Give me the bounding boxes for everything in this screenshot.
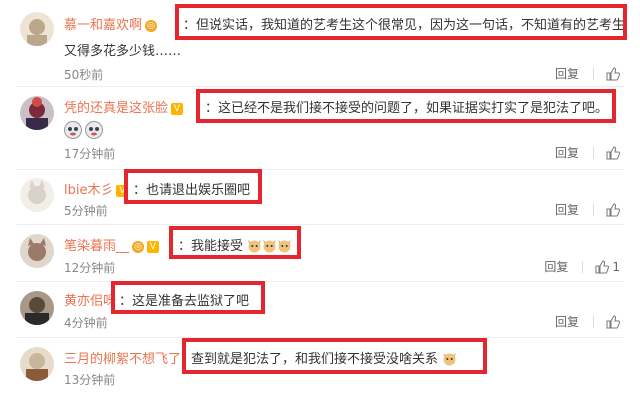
timestamp: 12分钟前 bbox=[64, 261, 116, 275]
highlight-box bbox=[169, 226, 301, 259]
timestamp: 5分钟前 bbox=[64, 204, 108, 218]
comment-actions: 回复 1 bbox=[544, 258, 620, 275]
username[interactable]: 笔染暮雨__ ◎ V bbox=[64, 235, 160, 254]
username[interactable]: 慕一和嘉欢啊 ◎ bbox=[64, 14, 158, 33]
reply-button[interactable]: 回复 bbox=[555, 144, 579, 161]
highlight-box bbox=[175, 4, 627, 40]
member-badge-icon: ◎ bbox=[145, 20, 158, 32]
reply-button[interactable]: 回复 bbox=[555, 201, 579, 218]
avatar[interactable] bbox=[20, 347, 54, 381]
vip-badge-icon: V bbox=[171, 103, 184, 115]
divider bbox=[593, 146, 594, 159]
comment-item: 笔染暮雨__ ◎ V ：我能接受 12分钟前 回复 1 bbox=[0, 224, 640, 281]
reply-button[interactable]: 回复 bbox=[544, 258, 568, 275]
timestamp: 4分钟前 bbox=[64, 316, 108, 330]
doge-icon bbox=[64, 121, 82, 139]
comment-item: 三月的柳絮不想飞了 查到就是犯法了，和我们接不接受没啥关系 13分钟前 bbox=[0, 337, 640, 400]
timestamp: 13分钟前 bbox=[64, 373, 116, 387]
timestamp: 50秒前 bbox=[64, 68, 104, 82]
thumbs-up-icon[interactable] bbox=[606, 314, 620, 329]
thumbs-up-icon[interactable] bbox=[606, 202, 620, 217]
username[interactable]: 凭的还真是这张脸 V bbox=[64, 97, 184, 116]
avatar[interactable] bbox=[20, 96, 54, 130]
comment-actions: 回复 bbox=[555, 201, 620, 218]
username[interactable]: 黄亦佀呀 bbox=[64, 290, 116, 309]
comment-item: lbie木彡 V ：也请退出娱乐圈吧 5分钟前 回复 bbox=[0, 169, 640, 224]
comment-actions: 回复 bbox=[555, 313, 620, 330]
comment-item: 慕一和嘉欢啊 ◎ ：但说实话，我知道的艺考生这个很常见，因为这一句话，不知道有的艺… bbox=[0, 0, 640, 86]
like-count: 1 bbox=[612, 259, 620, 274]
reply-button[interactable]: 回复 bbox=[555, 313, 579, 330]
comment-item: 凭的还真是这张脸 V ：这已经不是我们接不接受的问题了，如果证据实打实了是犯法了吧… bbox=[0, 86, 640, 169]
avatar[interactable] bbox=[20, 291, 54, 325]
username[interactable]: lbie木彡 V bbox=[64, 179, 129, 198]
reply-button[interactable]: 回复 bbox=[555, 65, 579, 82]
divider bbox=[593, 315, 594, 328]
thumbs-up-icon[interactable] bbox=[595, 259, 610, 274]
divider bbox=[582, 260, 584, 273]
highlight-box bbox=[182, 338, 487, 374]
comment-actions: 回复 bbox=[555, 65, 620, 82]
highlight-box bbox=[124, 169, 262, 204]
comment-actions: 回复 bbox=[555, 144, 620, 161]
divider bbox=[593, 67, 594, 80]
thumbs-up-icon[interactable] bbox=[606, 66, 620, 81]
highlight-box bbox=[111, 281, 265, 314]
comment-item: 黄亦佀呀 ：这是准备去监狱了吧 4分钟前 回复 bbox=[0, 281, 640, 337]
avatar[interactable] bbox=[20, 178, 54, 212]
thumbs-up-icon[interactable] bbox=[606, 145, 620, 160]
highlight-box bbox=[196, 89, 616, 123]
username[interactable]: 三月的柳絮不想飞了 bbox=[64, 348, 181, 367]
doge-icon bbox=[85, 121, 103, 139]
vip-badge-icon: V bbox=[147, 241, 160, 253]
comment-text-continued: 又得多花多少钱…… bbox=[64, 44, 182, 59]
divider bbox=[593, 203, 594, 216]
avatar[interactable] bbox=[20, 234, 54, 268]
timestamp: 17分钟前 bbox=[64, 147, 116, 161]
member-badge-icon: ◎ bbox=[132, 241, 145, 253]
avatar[interactable] bbox=[20, 12, 54, 46]
